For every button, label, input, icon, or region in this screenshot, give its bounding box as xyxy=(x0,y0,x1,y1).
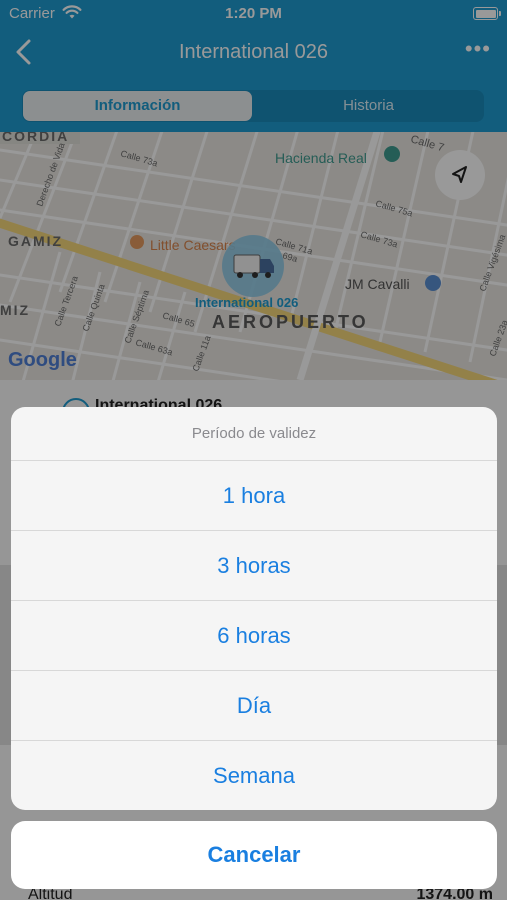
cancel-button[interactable]: Cancelar xyxy=(11,821,497,889)
screen: Carrier 1:20 PM International 026 ••• In… xyxy=(0,0,507,900)
option-3-horas[interactable]: 3 horas xyxy=(11,531,497,601)
action-sheet: Período de validez 1 hora 3 horas 6 hora… xyxy=(11,407,497,810)
option-dia[interactable]: Día xyxy=(11,671,497,741)
option-6-horas[interactable]: 6 horas xyxy=(11,601,497,671)
option-1-hora[interactable]: 1 hora xyxy=(11,461,497,531)
option-semana[interactable]: Semana xyxy=(11,741,497,810)
action-sheet-title: Período de validez xyxy=(11,407,497,461)
